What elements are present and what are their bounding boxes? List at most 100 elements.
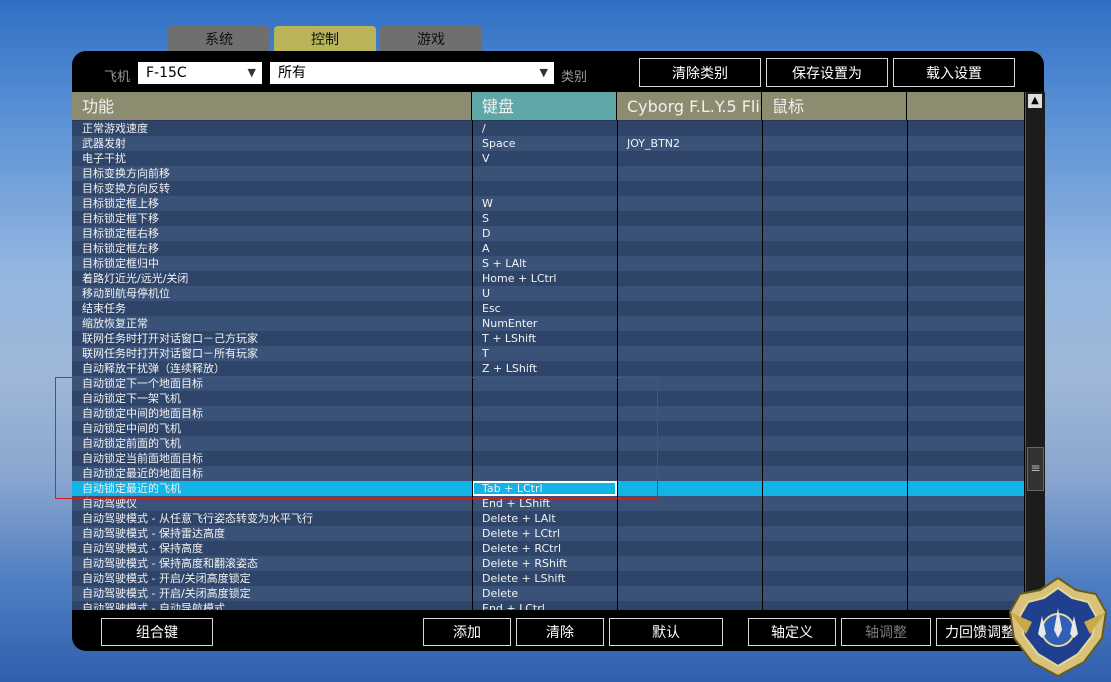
- extra-binding-cell[interactable]: [907, 481, 1024, 496]
- scroll-thumb[interactable]: ≡: [1027, 447, 1044, 491]
- mouse-binding-cell[interactable]: [762, 466, 907, 481]
- extra-binding-cell[interactable]: [907, 556, 1024, 571]
- joystick-binding-cell[interactable]: [617, 196, 762, 211]
- axis-assign-button[interactable]: 轴定义: [748, 618, 836, 646]
- axis-tune-button[interactable]: 轴调整: [841, 618, 931, 646]
- column-header-joystick[interactable]: Cyborg F.L.Y.5 Flight Stick: [617, 92, 762, 120]
- table-row[interactable]: 结束任务 Esc: [72, 301, 1024, 316]
- function-cell[interactable]: 目标变换方向前移: [72, 166, 472, 181]
- joystick-binding-cell[interactable]: [617, 601, 762, 610]
- joystick-binding-cell[interactable]: [617, 556, 762, 571]
- table-row[interactable]: 缩放恢复正常 NumEnter: [72, 316, 1024, 331]
- save-settings-as-button[interactable]: 保存设置为: [766, 58, 888, 87]
- extra-binding-cell[interactable]: [907, 391, 1024, 406]
- joystick-binding-cell[interactable]: [617, 241, 762, 256]
- joystick-binding-cell[interactable]: [617, 151, 762, 166]
- keyboard-binding-cell[interactable]: A: [472, 241, 617, 256]
- function-cell[interactable]: 自动锁定当前面地面目标: [72, 451, 472, 466]
- function-cell[interactable]: 自动锁定前面的飞机: [72, 436, 472, 451]
- keyboard-binding-cell[interactable]: Delete + RCtrl: [472, 541, 617, 556]
- mouse-binding-cell[interactable]: [762, 241, 907, 256]
- column-header-extra[interactable]: [907, 92, 1024, 120]
- function-cell[interactable]: 电子干扰: [72, 151, 472, 166]
- extra-binding-cell[interactable]: [907, 511, 1024, 526]
- mouse-binding-cell[interactable]: [762, 406, 907, 421]
- joystick-binding-cell[interactable]: [617, 301, 762, 316]
- keyboard-binding-cell[interactable]: Tab + LCtrl: [472, 481, 617, 496]
- extra-binding-cell[interactable]: [907, 451, 1024, 466]
- clear-button[interactable]: 清除: [516, 618, 604, 646]
- function-cell[interactable]: 武器发射: [72, 136, 472, 151]
- mouse-binding-cell[interactable]: [762, 181, 907, 196]
- keyboard-binding-cell[interactable]: S + LAlt: [472, 256, 617, 271]
- table-row[interactable]: 联网任务时打开对话窗口－己方玩家 T + LShift: [72, 331, 1024, 346]
- combo-key-button[interactable]: 组合键: [101, 618, 213, 646]
- keyboard-binding-cell[interactable]: Delete + LShift: [472, 571, 617, 586]
- keyboard-binding-cell[interactable]: [472, 421, 617, 436]
- extra-binding-cell[interactable]: [907, 256, 1024, 271]
- table-row[interactable]: 自动锁定中间的地面目标: [72, 406, 1024, 421]
- mouse-binding-cell[interactable]: [762, 256, 907, 271]
- function-cell[interactable]: 目标锁定框归中: [72, 256, 472, 271]
- mouse-binding-cell[interactable]: [762, 601, 907, 610]
- function-cell[interactable]: 着路灯近光/远光/关闭: [72, 271, 472, 286]
- table-row[interactable]: 目标变换方向反转: [72, 181, 1024, 196]
- table-row[interactable]: 自动锁定中间的飞机: [72, 421, 1024, 436]
- extra-binding-cell[interactable]: [907, 406, 1024, 421]
- extra-binding-cell[interactable]: [907, 211, 1024, 226]
- joystick-binding-cell[interactable]: [617, 361, 762, 376]
- mouse-binding-cell[interactable]: [762, 211, 907, 226]
- joystick-binding-cell[interactable]: [617, 436, 762, 451]
- extra-binding-cell[interactable]: [907, 196, 1024, 211]
- extra-binding-cell[interactable]: [907, 421, 1024, 436]
- table-row[interactable]: 自动锁定最近的飞机 Tab + LCtrl: [72, 481, 1024, 496]
- extra-binding-cell[interactable]: [907, 361, 1024, 376]
- mouse-binding-cell[interactable]: [762, 151, 907, 166]
- table-row[interactable]: 自动驾驶仪 End + LShift: [72, 496, 1024, 511]
- joystick-binding-cell[interactable]: [617, 496, 762, 511]
- add-button[interactable]: 添加: [423, 618, 511, 646]
- joystick-binding-cell[interactable]: [617, 271, 762, 286]
- joystick-binding-cell[interactable]: [617, 586, 762, 601]
- table-row[interactable]: 目标锁定框左移 A: [72, 241, 1024, 256]
- keyboard-binding-cell[interactable]: [472, 466, 617, 481]
- keyboard-binding-cell[interactable]: Delete: [472, 586, 617, 601]
- keyboard-binding-cell[interactable]: [472, 166, 617, 181]
- keyboard-binding-cell[interactable]: [472, 406, 617, 421]
- function-cell[interactable]: 结束任务: [72, 301, 472, 316]
- function-cell[interactable]: 自动驾驶模式 - 从任意飞行姿态转变为水平飞行: [72, 511, 472, 526]
- keyboard-binding-cell[interactable]: Delete + LAlt: [472, 511, 617, 526]
- joystick-binding-cell[interactable]: [617, 256, 762, 271]
- joystick-binding-cell[interactable]: [617, 406, 762, 421]
- mouse-binding-cell[interactable]: [762, 451, 907, 466]
- keyboard-binding-cell[interactable]: [472, 436, 617, 451]
- function-cell[interactable]: 目标锁定框上移: [72, 196, 472, 211]
- function-cell[interactable]: 目标锁定框下移: [72, 211, 472, 226]
- mouse-binding-cell[interactable]: [762, 196, 907, 211]
- function-cell[interactable]: 自动锁定下一个地面目标: [72, 376, 472, 391]
- function-cell[interactable]: 自动释放干扰弹（连续释放）: [72, 361, 472, 376]
- joystick-binding-cell[interactable]: [617, 391, 762, 406]
- function-cell[interactable]: 自动锁定中间的地面目标: [72, 406, 472, 421]
- mouse-binding-cell[interactable]: [762, 481, 907, 496]
- function-cell[interactable]: 联网任务时打开对话窗口－己方玩家: [72, 331, 472, 346]
- extra-binding-cell[interactable]: [907, 136, 1024, 151]
- function-cell[interactable]: 自动锁定最近的飞机: [72, 481, 472, 496]
- mouse-binding-cell[interactable]: [762, 136, 907, 151]
- extra-binding-cell[interactable]: [907, 436, 1024, 451]
- function-cell[interactable]: 自动驾驶模式 - 保持高度和翻滚姿态: [72, 556, 472, 571]
- column-header-keyboard[interactable]: 键盘: [472, 92, 617, 120]
- function-cell[interactable]: 正常游戏速度: [72, 121, 472, 136]
- table-row[interactable]: 自动释放干扰弹（连续释放） Z + LShift: [72, 361, 1024, 376]
- function-cell[interactable]: 缩放恢复正常: [72, 316, 472, 331]
- joystick-binding-cell[interactable]: [617, 526, 762, 541]
- keyboard-binding-cell[interactable]: [472, 181, 617, 196]
- column-header-function[interactable]: 功能: [72, 92, 472, 120]
- joystick-binding-cell[interactable]: [617, 376, 762, 391]
- table-row[interactable]: 目标锁定框上移 W: [72, 196, 1024, 211]
- table-row[interactable]: 自动驾驶模式 - 保持高度和翻滚姿态 Delete + RShift: [72, 556, 1024, 571]
- mouse-binding-cell[interactable]: [762, 511, 907, 526]
- joystick-binding-cell[interactable]: [617, 211, 762, 226]
- keyboard-binding-cell[interactable]: [472, 376, 617, 391]
- aircraft-select[interactable]: F-15C ▼: [138, 62, 262, 84]
